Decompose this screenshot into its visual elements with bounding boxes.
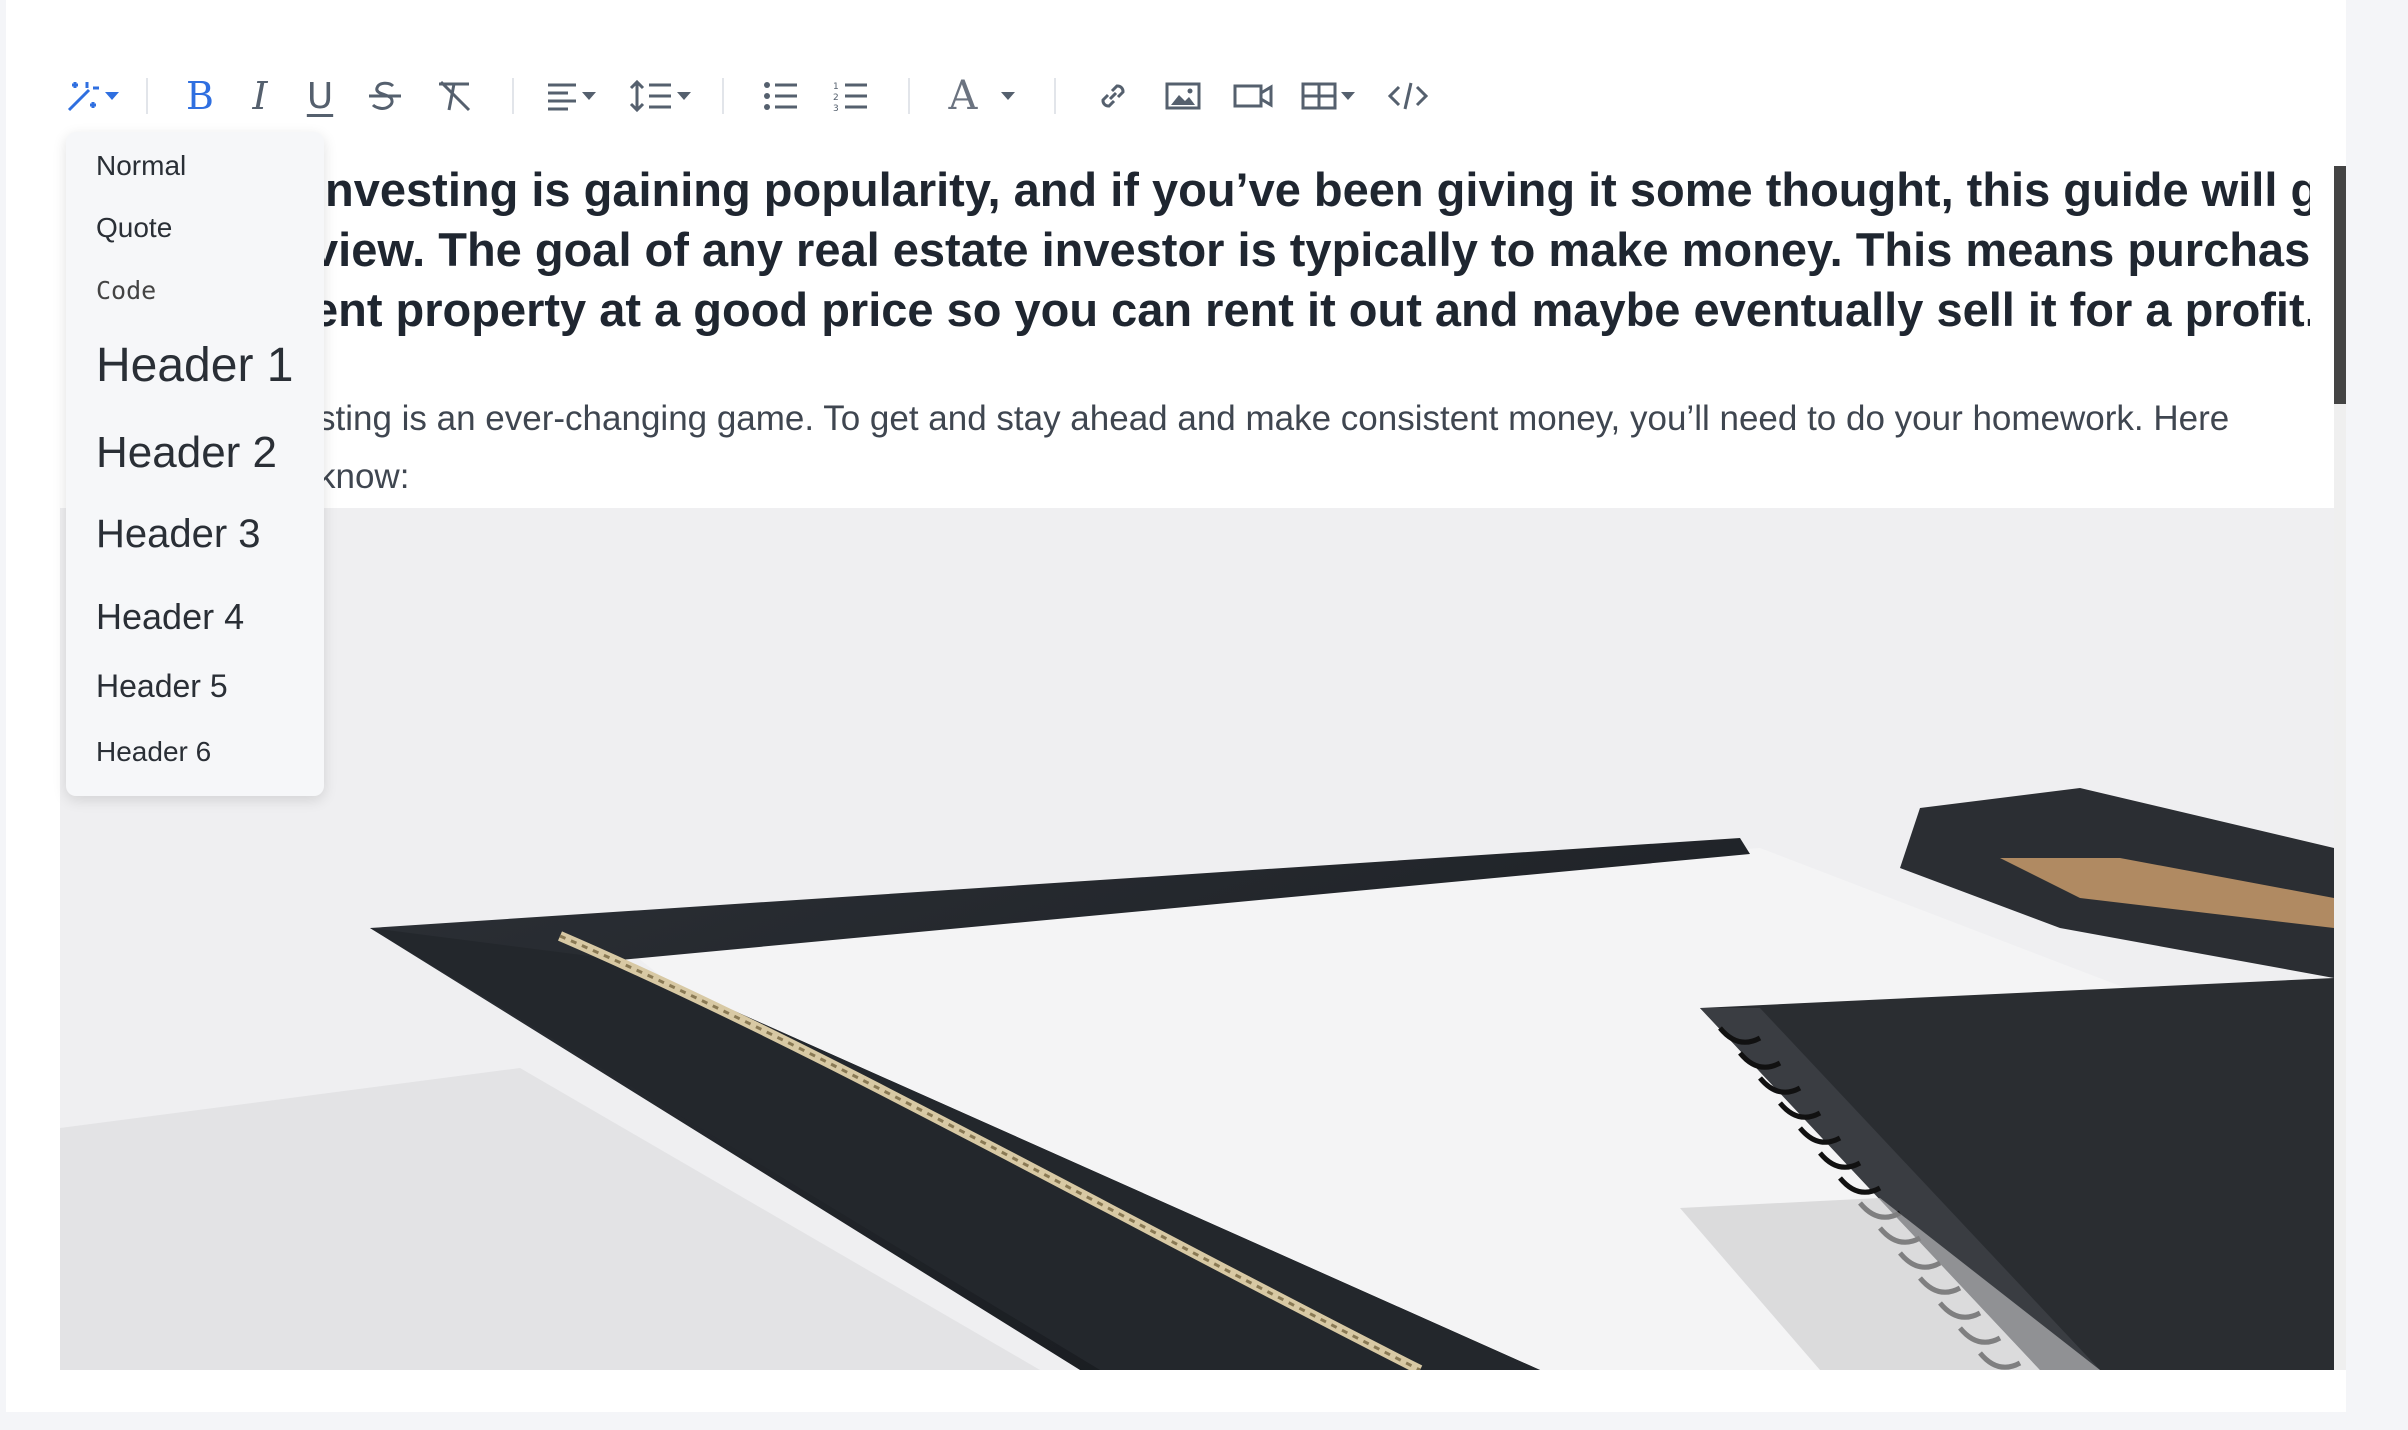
clear-format-button[interactable]: [420, 68, 490, 124]
clear-format-icon: [435, 78, 475, 114]
video-button[interactable]: [1218, 68, 1288, 124]
format-magic-button[interactable]: [60, 68, 124, 124]
lead-line: ent property at a good price so you can …: [312, 283, 2310, 336]
strikethrough-button[interactable]: [350, 68, 420, 124]
style-option-header-6[interactable]: Header 6: [96, 736, 211, 768]
toolbar-divider: [146, 78, 148, 114]
text-color-button[interactable]: A: [932, 68, 1032, 124]
content-image: [60, 508, 2334, 1370]
svg-text:2: 2: [833, 93, 839, 103]
chevron-down-icon: [582, 92, 596, 100]
font-color-icon: A: [948, 73, 978, 119]
style-option-header-3[interactable]: Header 3: [96, 512, 261, 557]
underline-button[interactable]: U: [290, 68, 350, 124]
style-option-normal[interactable]: Normal: [96, 150, 186, 182]
lead-line: view. The goal of any real estate invest…: [312, 223, 2310, 276]
italic-button[interactable]: I: [230, 68, 290, 124]
body-paragraph: sting is an ever-changing game. To get a…: [60, 390, 2310, 506]
chevron-down-icon: [677, 92, 691, 100]
editor-scrollbar-thumb[interactable]: [2334, 166, 2346, 404]
line-height-button[interactable]: [620, 68, 700, 124]
chevron-down-icon: [1001, 92, 1016, 100]
svg-text:3: 3: [833, 104, 839, 112]
bullet-list-button[interactable]: [746, 68, 816, 124]
lead-line: investing is gaining popularity, and if …: [312, 163, 2310, 216]
image-button[interactable]: [1148, 68, 1218, 124]
video-icon: [1233, 81, 1273, 111]
code-view-button[interactable]: [1368, 68, 1448, 124]
style-option-quote[interactable]: Quote: [96, 212, 172, 244]
bullet-list-icon: [763, 81, 799, 111]
style-option-header-5[interactable]: Header 5: [96, 668, 228, 705]
code-icon: [1388, 80, 1428, 112]
style-option-header-4[interactable]: Header 4: [96, 596, 244, 638]
style-option-header-2[interactable]: Header 2: [96, 428, 277, 478]
italic-icon: I: [252, 74, 268, 118]
toolbar-divider: [1054, 78, 1056, 114]
bold-icon: B: [186, 74, 214, 118]
image-icon: [1165, 81, 1201, 111]
svg-text:1: 1: [833, 82, 839, 92]
link-icon: [1095, 78, 1131, 114]
style-option-code[interactable]: Code: [96, 276, 156, 305]
table-icon: [1301, 81, 1337, 111]
toolbar-divider: [908, 78, 910, 114]
underline-icon: U: [306, 75, 334, 117]
paragraph-style-dropdown: Normal Quote Code Header 1 Header 2 Head…: [66, 132, 324, 796]
editor-content[interactable]: investing is gaining popularity, and if …: [60, 160, 2334, 1370]
editor-toolbar: B I U 1 2 3 A: [60, 66, 1560, 126]
bold-button[interactable]: B: [170, 68, 230, 124]
strikethrough-icon: [367, 78, 403, 114]
numbered-list-icon: 1 2 3: [833, 80, 869, 112]
table-button[interactable]: [1288, 68, 1368, 124]
style-option-header-1[interactable]: Header 1: [96, 338, 293, 393]
magic-wand-icon: [65, 78, 101, 114]
numbered-list-button[interactable]: 1 2 3: [816, 68, 886, 124]
lead-paragraph: investing is gaining popularity, and if …: [60, 160, 2310, 340]
align-left-icon: [546, 81, 578, 111]
body-line: know:: [318, 457, 410, 496]
chevron-down-icon: [105, 92, 119, 100]
toolbar-divider: [722, 78, 724, 114]
align-button[interactable]: [536, 68, 606, 124]
toolbar-divider: [512, 78, 514, 114]
chevron-down-icon: [1341, 92, 1355, 100]
body-line: sting is an ever-changing game. To get a…: [318, 399, 2230, 438]
link-button[interactable]: [1078, 68, 1148, 124]
line-height-icon: [629, 79, 673, 113]
